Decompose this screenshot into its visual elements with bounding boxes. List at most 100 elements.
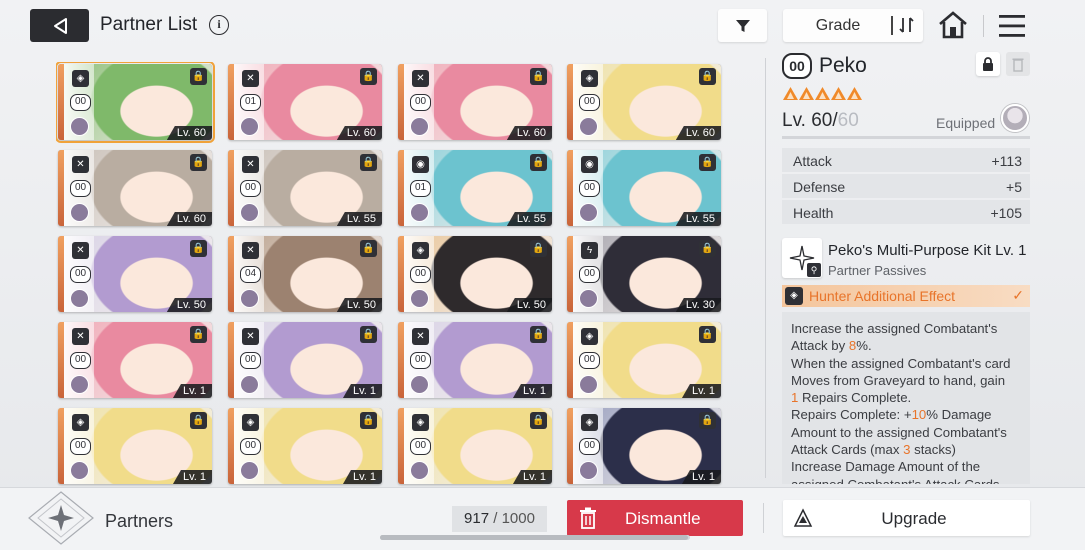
hunter-effect-tab[interactable]: ◈ Hunter Additional Effect ✓ xyxy=(782,285,1030,307)
stat-row-defense: Defense +5 xyxy=(782,174,1030,198)
class-icon: ✕ xyxy=(412,70,429,87)
lock-icon[interactable]: 🔒 xyxy=(530,68,547,85)
lock-icon[interactable]: 🔒 xyxy=(699,412,716,429)
current-level: Lv. 60/ xyxy=(782,110,838,131)
partner-card[interactable]: ✕ 01 🔒 Lv. 60 xyxy=(228,64,382,140)
lock-icon[interactable]: 🔒 xyxy=(699,326,716,343)
hamburger-menu-icon xyxy=(999,15,1025,37)
assigned-combatant-avatar xyxy=(579,289,598,308)
upgrade-badge: 00 xyxy=(579,94,600,111)
assigned-combatant-avatar xyxy=(70,289,89,308)
lock-icon[interactable]: 🔒 xyxy=(530,412,547,429)
rarity-stars xyxy=(783,87,862,100)
skill-subtitle: Partner Passives xyxy=(828,263,927,278)
partner-skill[interactable]: ⚲ Peko's Multi-Purpose Kit Lv. 1 Partner… xyxy=(782,238,1030,280)
effect-description: Increase the assigned Combatant's Attack… xyxy=(782,312,1030,484)
assigned-combatant-avatar xyxy=(410,375,429,394)
magnify-icon[interactable]: ⚲ xyxy=(807,263,821,277)
partner-card[interactable]: ◉ 01 🔒 Lv. 55 xyxy=(398,150,552,226)
back-button[interactable] xyxy=(30,9,89,42)
class-icon: ✕ xyxy=(72,242,89,259)
info-icon[interactable]: i xyxy=(209,15,229,35)
lock-icon[interactable]: 🔒 xyxy=(530,154,547,171)
lock-icon[interactable]: 🔒 xyxy=(360,412,377,429)
scrollbar-thumb[interactable] xyxy=(380,535,688,540)
lock-icon[interactable]: 🔒 xyxy=(190,412,207,429)
home-button[interactable] xyxy=(937,10,969,45)
filter-button[interactable] xyxy=(718,9,767,42)
assigned-combatant-avatar xyxy=(240,203,259,222)
partner-card[interactable]: ◈ 00 🔒 Lv. 1 xyxy=(567,322,721,398)
lock-icon[interactable]: 🔒 xyxy=(530,240,547,257)
class-icon: ◈ xyxy=(412,414,429,431)
sort-order-icon[interactable] xyxy=(898,15,916,35)
lock-icon[interactable]: 🔒 xyxy=(360,68,377,85)
lock-icon[interactable]: 🔒 xyxy=(190,154,207,171)
partner-card[interactable]: ✕ 04 🔒 Lv. 50 xyxy=(228,236,382,312)
page-title: Partner List xyxy=(100,14,198,35)
lock-icon[interactable]: 🔒 xyxy=(360,154,377,171)
partner-card[interactable]: ✕ 00 🔒 Lv. 1 xyxy=(398,322,552,398)
assigned-combatant-avatar xyxy=(579,375,598,394)
skill-icon[interactable]: ⚲ xyxy=(782,238,822,278)
partner-card[interactable]: ✕ 00 🔒 Lv. 1 xyxy=(58,322,212,398)
partner-card[interactable]: ✕ 00 🔒 Lv. 60 xyxy=(58,150,212,226)
partner-card[interactable]: ◈ 00 🔒 Lv. 60 xyxy=(56,62,215,143)
partner-card[interactable]: ◈ 00 🔒 Lv. 60 xyxy=(567,64,721,140)
class-icon: ✕ xyxy=(242,156,259,173)
partner-name: Peko xyxy=(819,54,867,77)
lock-icon[interactable]: 🔒 xyxy=(360,326,377,343)
partner-card[interactable]: ◈ 00 🔒 Lv. 1 xyxy=(567,408,721,484)
partner-card[interactable]: ◈ 00 🔒 Lv. 1 xyxy=(398,408,552,484)
trash-button[interactable] xyxy=(1006,52,1030,76)
equipped-avatar[interactable] xyxy=(1001,104,1029,132)
stat-row-attack: Attack +113 xyxy=(782,148,1030,172)
horizontal-scrollbar[interactable] xyxy=(380,535,690,540)
hunter-icon: ◈ xyxy=(785,287,803,305)
assigned-combatant-avatar xyxy=(70,375,89,394)
partner-card[interactable]: ✕ 00 🔒 Lv. 55 xyxy=(228,150,382,226)
partner-card[interactable]: ◈ 00 🔒 Lv. 1 xyxy=(228,408,382,484)
class-icon: ✕ xyxy=(72,156,89,173)
dismantle-button[interactable]: Dismantle xyxy=(567,500,743,536)
sort-button[interactable]: Grade xyxy=(783,9,923,42)
menu-button[interactable] xyxy=(998,13,1026,44)
lock-icon[interactable]: 🔒 xyxy=(699,154,716,171)
stat-name: Attack xyxy=(793,153,832,169)
class-icon: ◉ xyxy=(581,156,598,173)
level-display: Lv. 60/60 xyxy=(782,110,859,132)
lock-icon[interactable]: 🔒 xyxy=(190,240,207,257)
bottom-divider xyxy=(763,503,764,533)
stat-name: Defense xyxy=(793,179,846,195)
lock-icon[interactable]: 🔒 xyxy=(699,240,716,257)
header-separator xyxy=(983,15,984,37)
star-icon xyxy=(831,87,846,100)
assigned-combatant-avatar xyxy=(410,203,429,222)
upgrade-badge: 00 xyxy=(70,352,91,369)
assigned-combatant-avatar xyxy=(70,203,89,222)
partner-card[interactable]: ✕ 00 🔒 Lv. 1 xyxy=(228,322,382,398)
upgrade-badge: 00 xyxy=(579,180,600,197)
lock-button[interactable] xyxy=(976,52,1000,76)
equipped-label: Equipped xyxy=(936,115,996,131)
upgrade-button[interactable]: Upgrade xyxy=(783,500,1030,536)
upgrade-badge: 04 xyxy=(240,266,261,283)
lock-icon[interactable]: 🔒 xyxy=(360,240,377,257)
partner-card[interactable]: ✕ 00 🔒 Lv. 50 xyxy=(58,236,212,312)
partner-card[interactable]: ◈ 00 🔒 Lv. 1 xyxy=(58,408,212,484)
partner-card[interactable]: ◈ 00 🔒 Lv. 50 xyxy=(398,236,552,312)
class-icon: ✕ xyxy=(72,328,89,345)
assigned-combatant-avatar xyxy=(70,461,89,480)
lock-icon[interactable]: 🔒 xyxy=(190,326,207,343)
upgrade-badge: 00 xyxy=(70,180,91,197)
lock-icon[interactable]: 🔒 xyxy=(699,68,716,85)
partner-card[interactable]: ◉ 00 🔒 Lv. 55 xyxy=(567,150,721,226)
lock-icon[interactable]: 🔒 xyxy=(530,326,547,343)
partner-card[interactable]: ϟ 00 🔒 Lv. 30 xyxy=(567,236,721,312)
upgrade-badge: 00 xyxy=(240,352,261,369)
upgrade-badge: 00 xyxy=(70,438,91,455)
lock-icon[interactable]: 🔒 xyxy=(190,68,207,85)
back-arrow-icon xyxy=(53,17,67,34)
partner-card[interactable]: ✕ 00 🔒 Lv. 60 xyxy=(398,64,552,140)
upgrade-badge: 00 xyxy=(70,94,91,111)
